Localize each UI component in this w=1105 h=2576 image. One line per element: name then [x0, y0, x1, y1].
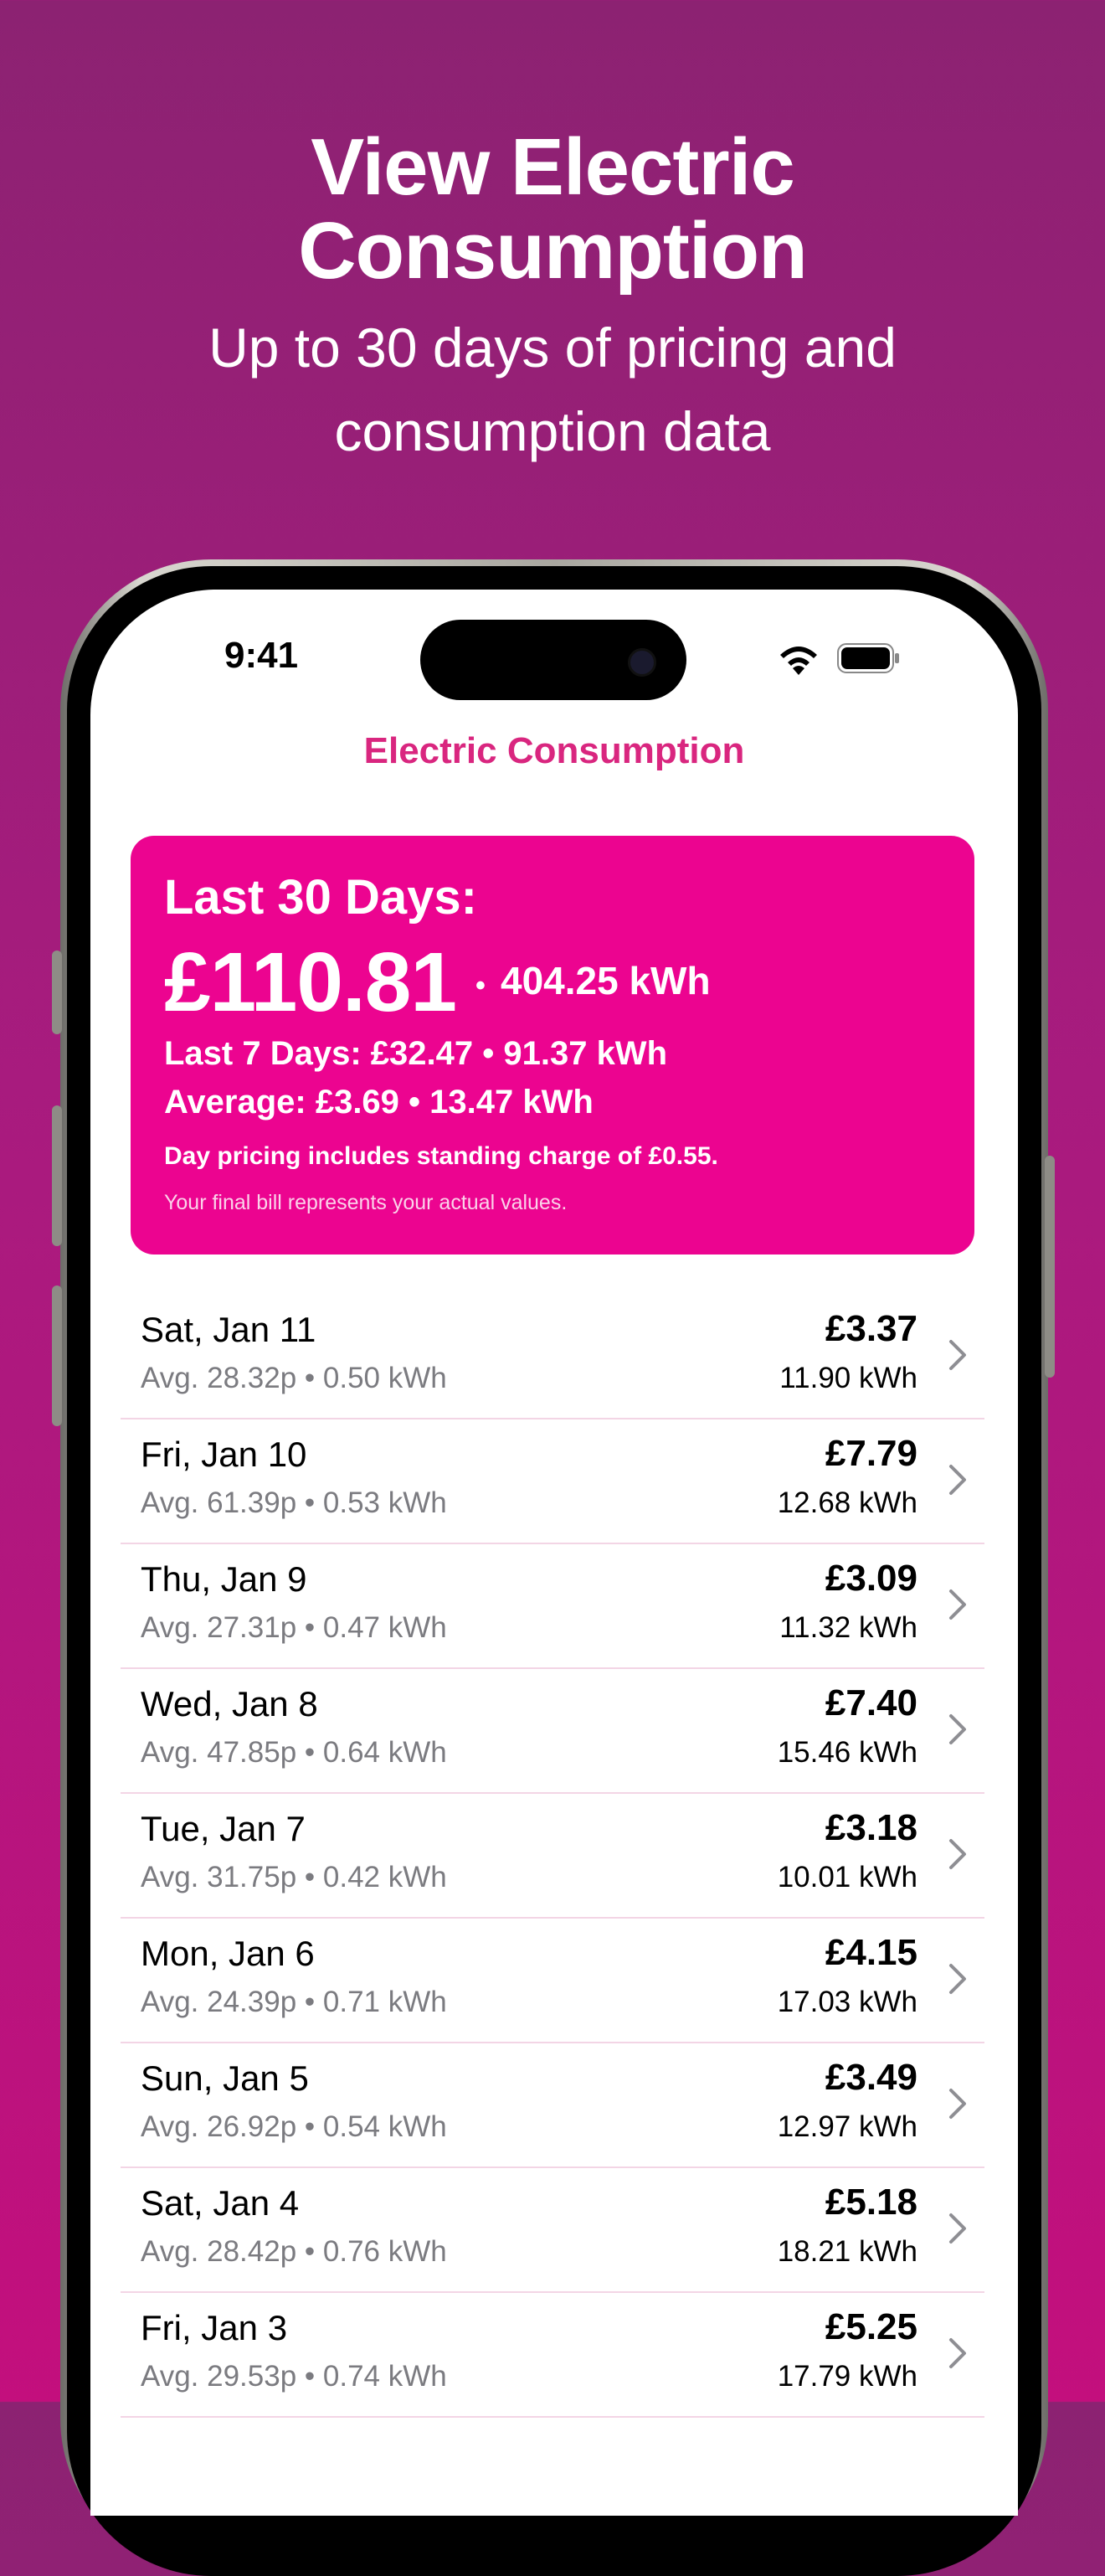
day-kwh: 12.97 kWh [777, 2110, 917, 2143]
day-kwh: 18.21 kWh [777, 2235, 917, 2268]
day-row[interactable]: Fri, Jan 10 Avg. 61.39p • 0.53 kWh £7.79… [121, 1419, 984, 1544]
promo-title: View Electric Consumption [0, 126, 1105, 293]
chevron-right-icon [949, 1589, 966, 1620]
day-row[interactable]: Tue, Jan 7 Avg. 31.75p • 0.42 kWh £3.18 … [121, 1794, 984, 1919]
chevron-right-icon [949, 1964, 966, 1994]
day-cost: £3.49 [825, 2057, 917, 2098]
day-row[interactable]: Sun, Jan 5 Avg. 26.92p • 0.54 kWh £3.49 … [121, 2043, 984, 2168]
dynamic-island [420, 620, 686, 700]
day-kwh: 17.03 kWh [777, 1986, 917, 2018]
day-cost: £3.18 [825, 1807, 917, 1848]
action-button [52, 951, 62, 1034]
day-date: Tue, Jan 7 [141, 1809, 306, 1848]
day-avg: Avg. 26.92p • 0.54 kWh [141, 2110, 447, 2143]
day-avg: Avg. 31.75p • 0.42 kWh [141, 1861, 447, 1893]
day-kwh: 11.32 kWh [779, 1611, 917, 1644]
power-button [1045, 1156, 1055, 1378]
summary-separator: • [475, 970, 486, 1002]
day-kwh: 10.01 kWh [777, 1861, 917, 1893]
day-date: Sun, Jan 5 [141, 2058, 309, 2098]
summary-bill-note: Your final bill represents your actual v… [164, 1191, 568, 1214]
day-kwh: 17.79 kWh [777, 2360, 917, 2393]
summary-card: Last 30 Days: £110.81 • 404.25 kWh Last … [131, 836, 974, 1255]
day-date: Mon, Jan 6 [141, 1934, 315, 1973]
promo-subtitle: Up to 30 days of pricing and consumption… [0, 306, 1105, 473]
battery-icon [837, 643, 899, 673]
day-list: Sat, Jan 11 Avg. 28.32p • 0.50 kWh £3.37… [121, 1295, 984, 2418]
camera-icon [628, 648, 656, 677]
day-kwh: 12.68 kWh [777, 1486, 917, 1519]
chevron-right-icon [949, 1465, 966, 1495]
chevron-right-icon [949, 2089, 966, 2119]
day-row[interactable]: Fri, Jan 3 Avg. 29.53p • 0.74 kWh £5.25 … [121, 2293, 984, 2418]
day-cost: £3.09 [825, 1558, 917, 1599]
volume-down-button [52, 1285, 62, 1426]
day-cost: £4.15 [825, 1932, 917, 1973]
day-row[interactable]: Wed, Jan 8 Avg. 47.85p • 0.64 kWh £7.40 … [121, 1669, 984, 1794]
status-time: 9:41 [224, 635, 299, 676]
day-date: Fri, Jan 10 [141, 1435, 307, 1474]
day-row[interactable]: Sat, Jan 11 Avg. 28.32p • 0.50 kWh £3.37… [121, 1295, 984, 1419]
volume-up-button [52, 1105, 62, 1246]
day-avg: Avg. 28.42p • 0.76 kWh [141, 2235, 447, 2268]
day-date: Fri, Jan 3 [141, 2308, 288, 2347]
chevron-right-icon [949, 1714, 966, 1744]
day-row[interactable]: Mon, Jan 6 Avg. 24.39p • 0.71 kWh £4.15 … [121, 1919, 984, 2043]
promo-subtitle-line1: Up to 30 days of pricing and [208, 317, 897, 379]
chevron-right-icon [949, 2213, 966, 2244]
wifi-icon [780, 647, 817, 675]
day-date: Sat, Jan 11 [141, 1310, 316, 1349]
day-date: Wed, Jan 8 [141, 1684, 318, 1723]
summary-heading: Last 30 Days: [164, 870, 477, 925]
day-kwh: 11.90 kWh [779, 1362, 917, 1394]
chevron-right-icon [949, 2338, 966, 2368]
day-avg: Avg. 61.39p • 0.53 kWh [141, 1486, 447, 1519]
summary-total-kwh: 404.25 kWh [501, 959, 711, 1002]
summary-average: Average: £3.69 • 13.47 kWh [164, 1084, 594, 1121]
day-avg: Avg. 24.39p • 0.71 kWh [141, 1986, 447, 2018]
day-cost: £3.37 [825, 1308, 917, 1349]
chevron-right-icon [949, 1839, 966, 1869]
phone-screen: 9:41 Electric Consumption Last 30 Days: … [90, 590, 1018, 2516]
summary-standing-note: Day pricing includes standing charge of … [164, 1142, 718, 1170]
nav-title: Electric Consumption [363, 730, 745, 771]
promo-title-line1: View Electric [311, 122, 795, 212]
day-avg: Avg. 27.31p • 0.47 kWh [141, 1611, 447, 1644]
day-avg: Avg. 47.85p • 0.64 kWh [141, 1736, 447, 1769]
day-avg: Avg. 28.32p • 0.50 kWh [141, 1362, 447, 1394]
promo-subtitle-line2: consumption data [334, 400, 771, 462]
day-cost: £5.18 [825, 2182, 917, 2223]
day-kwh: 15.46 kWh [777, 1736, 917, 1769]
day-row[interactable]: Sat, Jan 4 Avg. 28.42p • 0.76 kWh £5.18 … [121, 2168, 984, 2293]
day-cost: £7.79 [825, 1433, 917, 1474]
day-date: Thu, Jan 9 [141, 1559, 307, 1599]
day-avg: Avg. 29.53p • 0.74 kWh [141, 2360, 447, 2393]
chevron-right-icon [949, 1340, 966, 1370]
day-cost: £7.40 [825, 1682, 917, 1723]
summary-last7: Last 7 Days: £32.47 • 91.37 kWh [164, 1035, 667, 1072]
day-date: Sat, Jan 4 [141, 2183, 300, 2223]
summary-total-cost: £110.81 [164, 935, 457, 1029]
promo-title-line2: Consumption [298, 206, 808, 296]
day-row[interactable]: Thu, Jan 9 Avg. 27.31p • 0.47 kWh £3.09 … [121, 1544, 984, 1669]
day-cost: £5.25 [825, 2306, 917, 2347]
